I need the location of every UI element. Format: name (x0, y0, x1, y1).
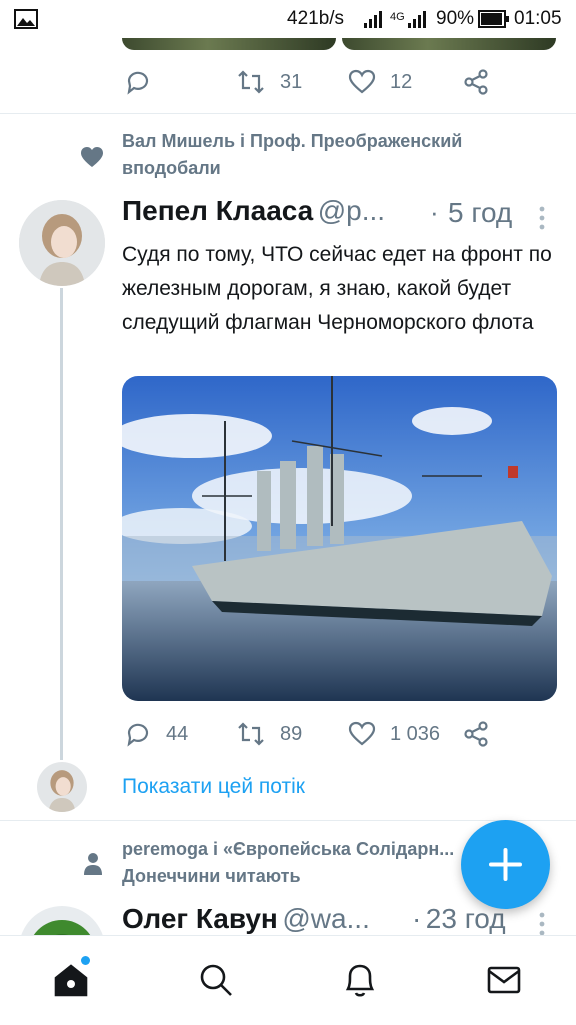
bottom-navigation (0, 935, 576, 1025)
nav-messages[interactable] (486, 964, 522, 1001)
liked-heart-icon (81, 147, 103, 167)
like-button[interactable]: 1 036 (348, 720, 440, 748)
prev-reply-button[interactable] (124, 68, 152, 96)
avatar-image (19, 200, 105, 286)
author-name[interactable]: Пепел Клааса (122, 195, 313, 226)
watermelon-avatar-image (21, 906, 103, 935)
show-thread-link[interactable]: Показати цей потік (122, 775, 305, 799)
share-icon (464, 721, 488, 747)
home-icon (54, 964, 88, 997)
tweet-text: Судя по тому, ЧТО сейчас едет на фронт п… (122, 243, 552, 334)
status-bar: 421b/s 4G 90% 01:05 (0, 0, 576, 38)
battery-percent: 90% (436, 8, 475, 29)
previous-tweet-image-left[interactable] (122, 38, 336, 50)
signal-icon (364, 11, 382, 28)
notification-dot (81, 956, 90, 965)
time-separator: · (430, 197, 439, 227)
retweet-button[interactable]: 89 (236, 720, 302, 748)
social-context[interactable]: Вал Мишель і Проф. Преображенский вподоб… (122, 128, 542, 182)
nav-notifications[interactable] (342, 961, 378, 1004)
heart-icon (348, 69, 376, 94)
nav-home[interactable] (52, 956, 90, 1003)
network-speed: 421b/s (287, 8, 345, 29)
messages-icon (487, 966, 521, 994)
gallery-notification-icon (14, 9, 38, 29)
compose-tweet-button[interactable] (461, 820, 550, 909)
search-icon (200, 964, 232, 996)
next-social-context[interactable]: peremoga і «Європейська Солідарн... Доне… (122, 836, 467, 890)
reply-button[interactable]: 44 (124, 720, 188, 748)
prev-retweet-count: 31 (280, 70, 303, 93)
prev-like-count: 12 (390, 70, 413, 93)
cruiser-photo (122, 376, 557, 701)
tweet-time[interactable]: 5 год (448, 197, 512, 229)
tweet-header: Пепел Клааса @p... (122, 195, 385, 227)
share-icon (464, 69, 488, 95)
prev-like-button[interactable]: 12 (348, 68, 412, 96)
thread-line (60, 288, 63, 760)
signal-icon-2 (408, 11, 426, 28)
next-time-separator: · (412, 903, 422, 934)
author-handle[interactable]: @p... (318, 195, 385, 226)
reply-icon (127, 71, 149, 95)
person-icon (84, 853, 102, 875)
next-more-options-icon[interactable] (538, 912, 546, 935)
notifications-icon (345, 964, 375, 997)
previous-tweet-image-right[interactable] (342, 38, 556, 50)
nav-search[interactable] (198, 962, 234, 1003)
compose-plus-icon (489, 848, 522, 881)
heart-icon (348, 721, 376, 746)
avatar[interactable] (19, 200, 105, 286)
thread-avatar[interactable] (37, 762, 87, 812)
next-author-name[interactable]: Олег Кавун (122, 903, 278, 934)
tweet-media-photo[interactable] (122, 376, 557, 701)
retweet-icon (238, 722, 264, 746)
reply-count: 44 (166, 722, 189, 745)
divider (0, 113, 576, 114)
prev-share-button[interactable] (462, 68, 490, 96)
prev-retweet-button[interactable]: 31 (236, 68, 302, 96)
like-count: 1 036 (390, 722, 441, 745)
retweet-icon (238, 70, 264, 94)
retweet-count: 89 (280, 722, 303, 745)
clock: 01:05 (514, 8, 562, 29)
share-button[interactable] (462, 720, 490, 748)
battery-icon (478, 10, 509, 28)
next-tweet-header: Олег Кавун @wa... (122, 903, 422, 935)
network-type: 4G (390, 11, 405, 23)
next-avatar[interactable] (19, 906, 105, 935)
next-author-handle[interactable]: @wa... (282, 903, 370, 934)
reply-icon (127, 723, 149, 747)
thread-avatar-image (37, 762, 87, 812)
more-options-icon[interactable] (538, 206, 546, 232)
